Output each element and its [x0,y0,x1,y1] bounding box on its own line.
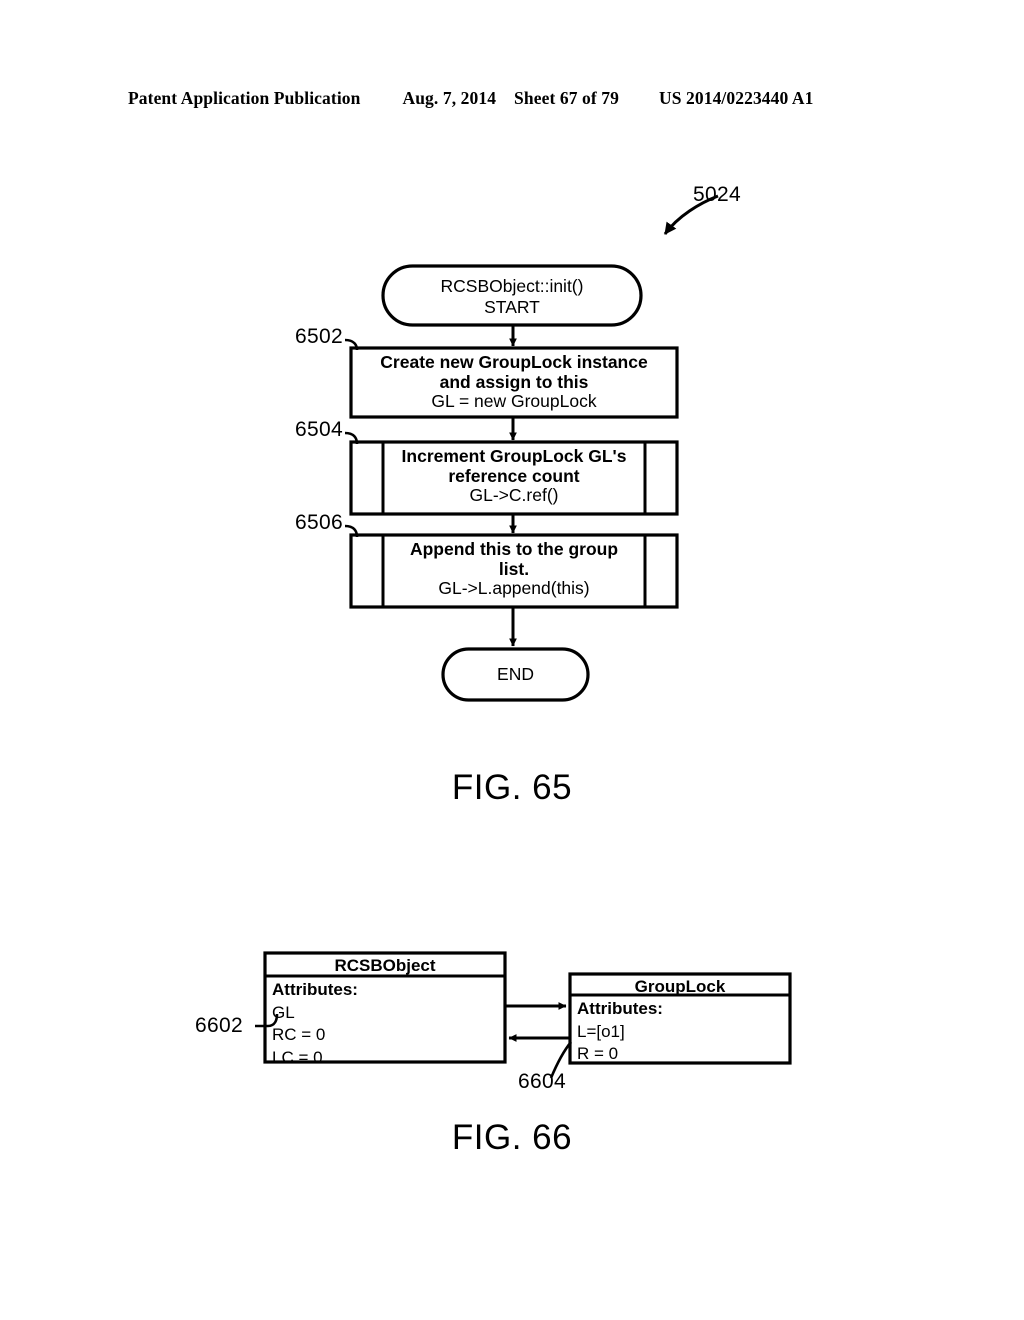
end-line-1: END [497,664,534,684]
grouplock-attribute-0: L=[o1] [577,1021,625,1041]
class-title-rcsbobject: RCSBObject [334,956,436,975]
predefined-process-box-6506-label: Append this to the group list. GL->L.app… [383,539,645,599]
ref-leader-6502 [344,338,359,351]
ref-number-6602: 6602 [195,1014,243,1037]
step-6506-bold-line-2: list. [498,558,530,579]
ref-number-6506: 6506 [295,511,343,534]
figure-ref-number-5024: 5024 [693,183,741,206]
rcsbobject-attribute-1: RC = 0 [272,1025,326,1045]
ref-leader-6504 [344,431,359,445]
header-publication-label: Patent Application Publication [128,88,361,108]
step-6502-plain-line-1: GL = new GroupLock [431,391,597,412]
page-header: Patent Application Publication Aug. 7, 2… [128,88,896,109]
rcsbobject-attributes-header: Attributes: [272,980,358,999]
end-terminator-label: END [443,664,588,685]
start-terminator-label: RCSBObject::init() START [383,276,641,317]
step-6506-bold-line-1: Append this to the group [409,539,619,559]
grouplock-attributes-header: Attributes: [577,999,663,1018]
step-6506-plain-line-1: GL->L.append(this) [438,578,590,599]
step-6504-plain-line-1: GL->C.ref() [469,485,559,506]
ref-number-6604: 6604 [518,1070,566,1093]
class-attributes-grouplock: Attributes: L=[o1] R = 0 [577,998,663,1066]
header-date-label: Aug. 7, 2014 [402,88,497,108]
ref-number-6502: 6502 [295,325,343,348]
figure-caption-65: FIG. 65 [451,768,573,807]
header-sheet-label: Sheet 67 of 79 [514,88,619,108]
ref-leader-6506 [344,524,359,538]
figure-caption-66: FIG. 66 [451,1118,573,1157]
class-attributes-rcsbobject: Attributes: GL RC = 0 LC = 0 [272,979,358,1069]
rcsbobject-attribute-2: LC = 0 [272,1047,323,1067]
class-title-grouplock: GroupLock [634,977,726,996]
start-line-1: RCSBObject::init() [440,276,584,296]
process-box-6502-label: Create new GroupLock instance and assign… [351,352,677,412]
predefined-process-box-6504-label: Increment GroupLock GL's reference count… [383,446,645,506]
step-6502-bold-line-2: and assign to this [439,371,589,392]
grouplock-attribute-1: R = 0 [577,1044,619,1064]
header-patent-number-label: US 2014/0223440 A1 [658,88,814,108]
start-line-2: START [484,296,540,317]
step-6504-bold-line-1: Increment GroupLock GL's [401,446,627,466]
ref-number-6504: 6504 [295,418,343,441]
step-6502-bold-line-1: Create new GroupLock instance [380,352,648,372]
step-6504-bold-line-2: reference count [448,465,580,486]
rcsbobject-attribute-0: GL [272,1002,295,1022]
